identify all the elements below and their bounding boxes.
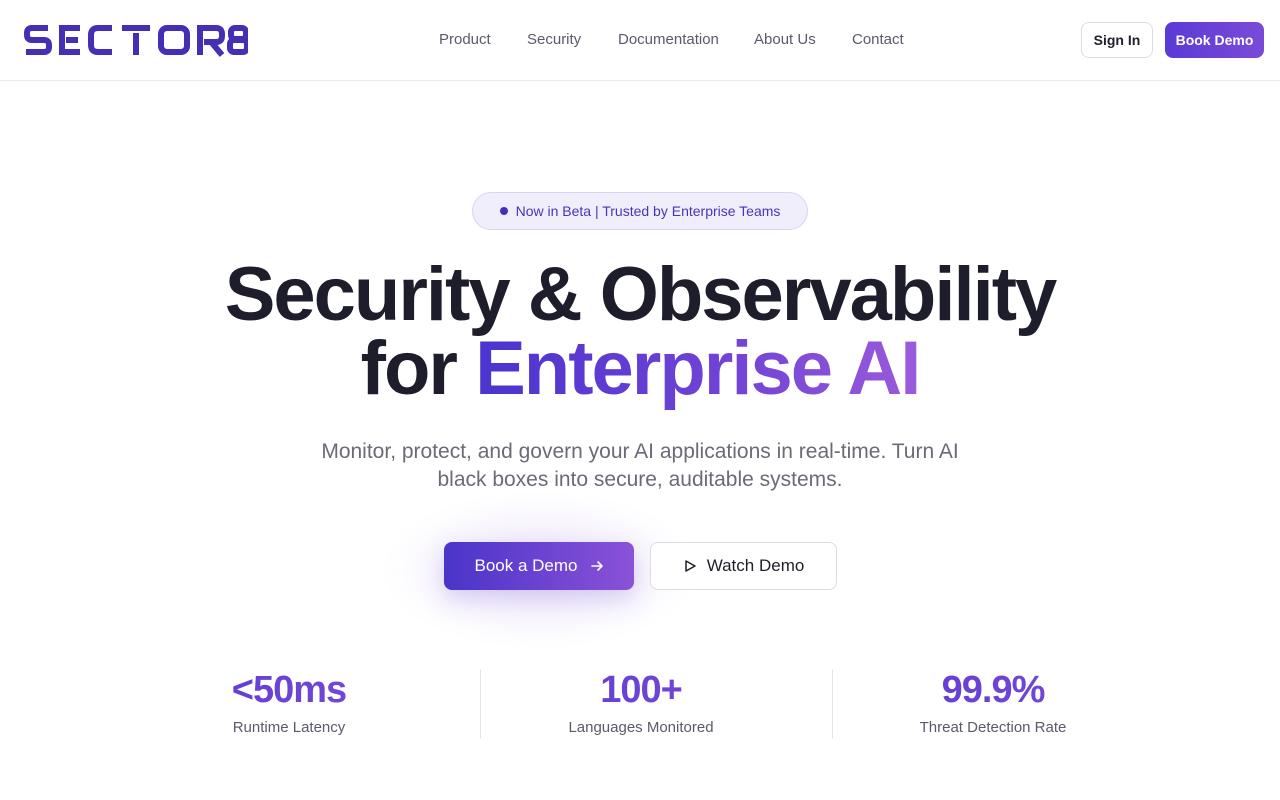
- headline-accent: Enterprise AI: [475, 326, 921, 411]
- stat-value: 100+: [491, 668, 791, 712]
- headline-line-2-prefix: for: [360, 326, 458, 411]
- nav-item-security[interactable]: Security: [527, 30, 581, 50]
- beta-badge-text: Now in Beta | Trusted by Enterprise Team…: [515, 203, 781, 219]
- play-icon: [683, 559, 697, 573]
- watch-demo-label: Watch Demo: [706, 556, 805, 575]
- nav-item-contact[interactable]: Contact: [852, 30, 904, 50]
- headline-line-1: Security & Observability: [224, 252, 1058, 337]
- watch-demo-button[interactable]: Watch Demo: [650, 542, 837, 590]
- stat-divider: [480, 670, 481, 738]
- stat-divider: [832, 670, 833, 738]
- site-header: Product Security Documentation About Us …: [0, 0, 1280, 81]
- book-a-demo-label: Book a Demo: [474, 556, 578, 575]
- book-a-demo-button[interactable]: Book a Demo: [444, 542, 634, 590]
- arrow-right-icon: [590, 559, 604, 573]
- stat-label: Languages Monitored: [568, 719, 714, 736]
- sector8-logo-mark: [24, 25, 248, 57]
- book-demo-nav-button[interactable]: Book Demo: [1165, 22, 1264, 58]
- stat-threat-detection-rate: 99.9% Threat Detection Rate: [843, 668, 1143, 738]
- stat-label: Runtime Latency: [232, 719, 346, 736]
- stat-value: 99.9%: [843, 668, 1143, 712]
- stat-runtime-latency: <50ms Runtime Latency: [139, 668, 439, 738]
- hero-headline: Security & Observability for Enterprise …: [0, 257, 1280, 407]
- hero-subtitle: Monitor, protect, and govern your AI app…: [321, 440, 959, 491]
- nav-item-product[interactable]: Product: [439, 30, 491, 50]
- stat-languages-monitored: 100+ Languages Monitored: [491, 668, 791, 738]
- nav-item-documentation[interactable]: Documentation: [618, 30, 719, 50]
- stat-label: Threat Detection Rate: [919, 719, 1067, 736]
- nav-item-about-us[interactable]: About Us: [754, 30, 816, 50]
- sign-in-button[interactable]: Sign In: [1081, 22, 1153, 58]
- status-dot-icon: [499, 207, 508, 215]
- stat-value: <50ms: [139, 668, 439, 712]
- sector8-logo[interactable]: [24, 22, 248, 58]
- beta-badge: Now in Beta | Trusted by Enterprise Team…: [472, 192, 808, 230]
